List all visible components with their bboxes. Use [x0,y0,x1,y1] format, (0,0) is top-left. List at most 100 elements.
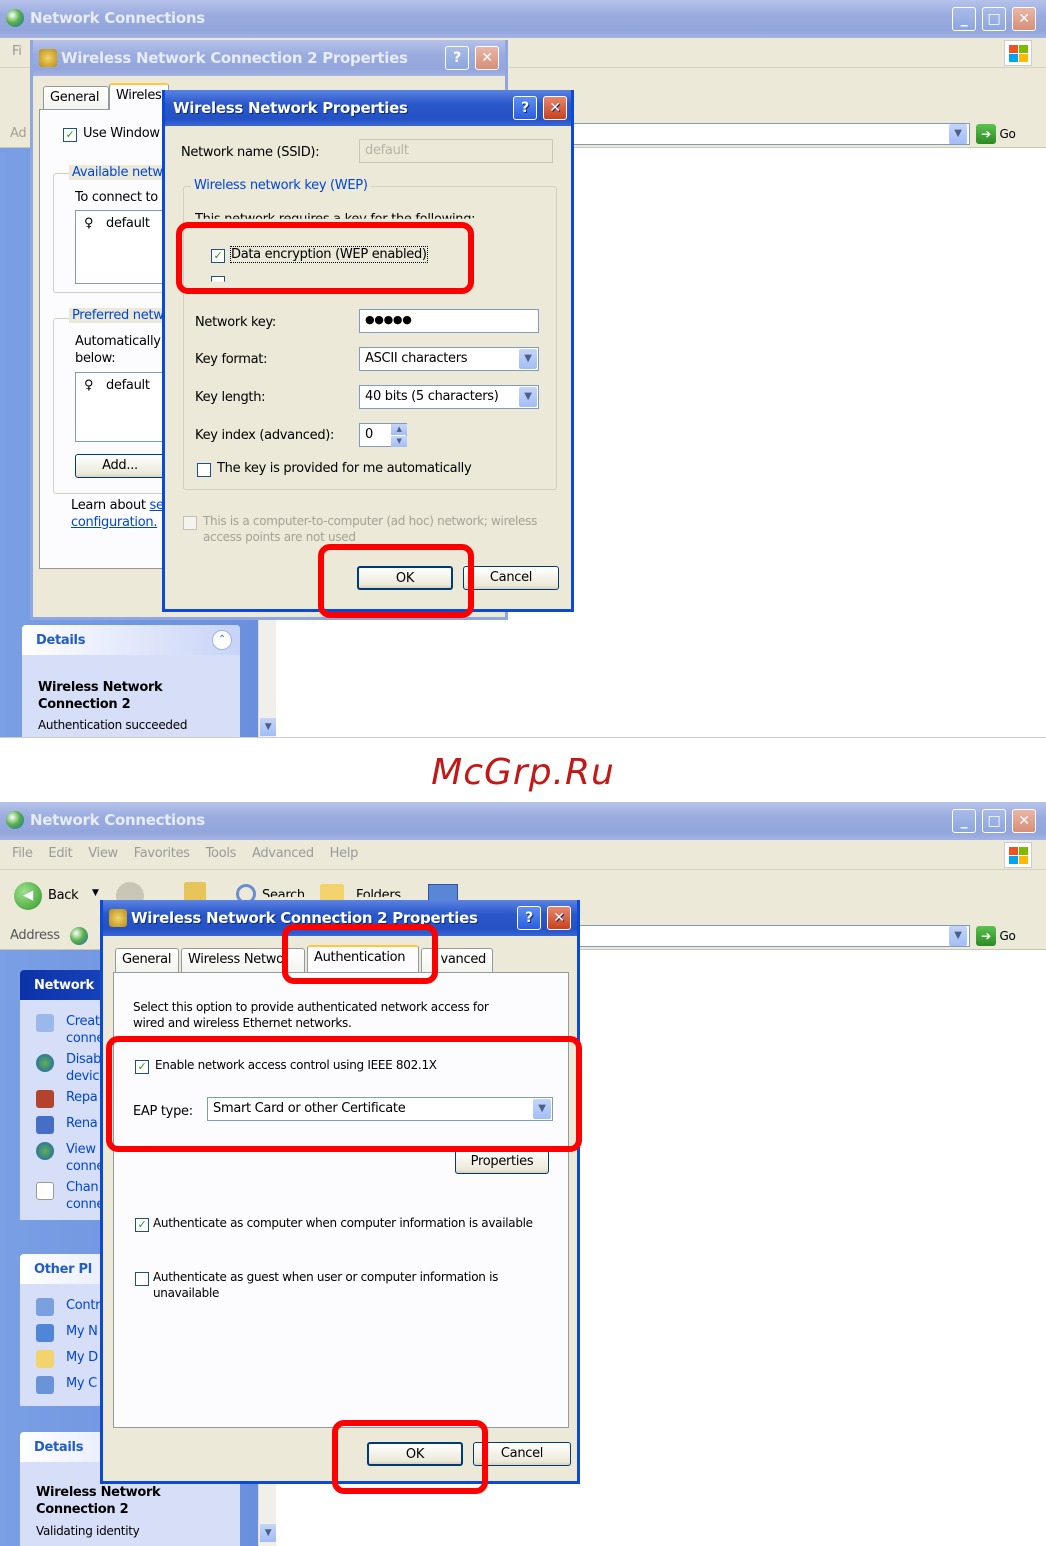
network-connection-icon [39,49,57,67]
address-input[interactable] [560,925,970,947]
place-my-network[interactable]: My N [66,1324,98,1339]
create-connection-icon [36,1014,54,1032]
address-input[interactable] [560,123,970,145]
details-name: Wireless Network Connection 2 [36,1485,161,1517]
available-network-item[interactable]: default [106,216,150,231]
network-connections-icon [6,811,24,829]
explorer-title: Network Connections [30,811,205,829]
spin-down-icon[interactable]: ▼ [391,436,407,447]
auto-key-label: The key is provided for me automatically [217,461,472,476]
task-disable-2[interactable]: devic [66,1069,100,1084]
wep-group-label: Wireless network key (WEP) [191,178,371,193]
place-my-computer[interactable]: My C [66,1376,97,1391]
task-repair[interactable]: Repa [66,1090,98,1105]
up-folder-icon[interactable] [184,882,206,902]
spin-up-icon[interactable]: ▲ [391,424,407,435]
auth-guest-label-1: Authenticate as guest when user or compu… [153,1270,499,1284]
wnp-close-button[interactable]: ✕ [543,96,567,120]
key-length-select[interactable]: 40 bits (5 characters) ▼ [359,385,539,409]
task-view-2[interactable]: conne [66,1159,104,1174]
highlight-ok-button [332,1420,488,1494]
task-view-1[interactable]: View [66,1142,96,1157]
repair-icon [36,1090,54,1108]
scroll-down-icon[interactable]: ▼ [260,718,276,736]
windows-logo-icon [1004,40,1032,66]
wireless-network-properties-dialog: Wireless Network Properties ? ✕ Network … [162,90,574,612]
wnp-title: Wireless Network Properties [173,99,408,117]
configuration-link[interactable]: configuration. [71,515,157,530]
scroll-down-icon[interactable]: ▼ [260,1524,276,1542]
maximize-button[interactable]: □ [982,7,1006,31]
menu-tools[interactable]: Tools [206,846,237,861]
address-dropdown[interactable]: ▼ [944,925,968,947]
change-settings-icon [36,1182,54,1200]
chevron-down-icon[interactable]: ▼ [519,349,537,369]
tab-wireless[interactable]: Wireles [109,83,169,110]
chevron-down-icon[interactable]: ▼ [519,387,537,407]
maximize-button[interactable]: □ [982,809,1006,833]
ssid-label: Network name (SSID): [181,145,320,160]
address-dropdown[interactable]: ▼ [944,123,968,145]
tab-general[interactable]: General [115,948,179,972]
task-change-1[interactable]: Chan [66,1180,99,1195]
back-arrow-icon[interactable]: ◀ [14,882,42,910]
menu-advanced[interactable]: Advanced [252,846,314,861]
help-button[interactable]: ? [445,46,469,70]
place-control-panel[interactable]: Contr [66,1298,101,1313]
explorer-titlebar: Network Connections _ □ ✕ [0,802,1046,840]
use-windows-label: Use Window [83,126,160,141]
task-create-1[interactable]: Creat [66,1014,100,1029]
use-windows-checkbox[interactable]: ✓ [63,128,77,142]
address-label: Address [10,928,60,943]
details-collapse-icon[interactable]: ⌃ [212,630,232,650]
properties-close-button[interactable]: ✕ [475,46,499,70]
details-panel: Details ⌃ Wireless Network Connection 2 … [22,625,240,737]
auth-guest-checkbox[interactable] [135,1272,149,1286]
back-dropdown-icon[interactable]: ▼ [92,888,99,898]
key-index-spinner[interactable]: ▲ ▼ [391,423,407,447]
screenshot-top: Network Connections _ □ ✕ Fi Ad ▼ ➔ Go D… [0,0,1046,738]
cancel-button[interactable]: Cancel [463,566,559,590]
task-rename[interactable]: Rena [66,1116,98,1131]
properties-button[interactable]: Properties [455,1150,549,1174]
key-format-select[interactable]: ASCII characters ▼ [359,347,539,371]
wnp-titlebar: Wireless Network Properties ? ✕ [165,90,571,126]
preferred-network-item[interactable]: default [106,378,150,393]
my-documents-icon [36,1350,54,1368]
task-disable-1[interactable]: Disab [66,1052,101,1067]
wnp-help-button[interactable]: ? [513,96,537,120]
add-button[interactable]: Add... [75,454,165,478]
minimize-button[interactable]: _ [952,809,976,833]
go-button[interactable]: ➔ Go [976,124,1024,144]
menu-view[interactable]: View [88,846,118,861]
help-button[interactable]: ? [517,906,541,930]
task-change-2[interactable]: conne [66,1197,104,1212]
minimize-button[interactable]: _ [952,7,976,31]
properties-close-button[interactable]: ✕ [547,906,571,930]
menu-file-partial[interactable]: Fi [12,44,22,59]
ssid-input[interactable]: default [359,139,553,163]
my-network-icon [36,1324,54,1342]
menu-file[interactable]: File [12,846,33,861]
network-key-input[interactable]: ●●●●● [359,309,539,333]
available-networks-label: Available netw [69,165,166,180]
auto-key-checkbox[interactable] [197,463,211,477]
back-label[interactable]: Back [48,888,79,903]
menu-edit[interactable]: Edit [48,846,72,861]
auth-computer-checkbox[interactable]: ✓ [135,1218,149,1232]
close-button[interactable]: ✕ [1012,7,1036,31]
go-button[interactable]: ➔ Go [976,926,1024,946]
task-create-2[interactable]: conne [66,1031,104,1046]
go-arrow-icon: ➔ [976,124,996,144]
menu-help[interactable]: Help [330,846,359,861]
details-heading[interactable]: Details [22,625,240,655]
highlight-ok-button [318,544,474,618]
tab-general[interactable]: General [43,86,109,110]
rename-icon [36,1116,54,1134]
menu-favorites[interactable]: Favorites [134,846,190,861]
close-button[interactable]: ✕ [1012,809,1036,833]
adhoc-checkbox[interactable] [183,516,197,530]
description-text-1: Select this option to provide authentica… [133,1000,489,1014]
place-my-documents[interactable]: My D [66,1350,98,1365]
to-connect-text: To connect to [75,190,158,205]
